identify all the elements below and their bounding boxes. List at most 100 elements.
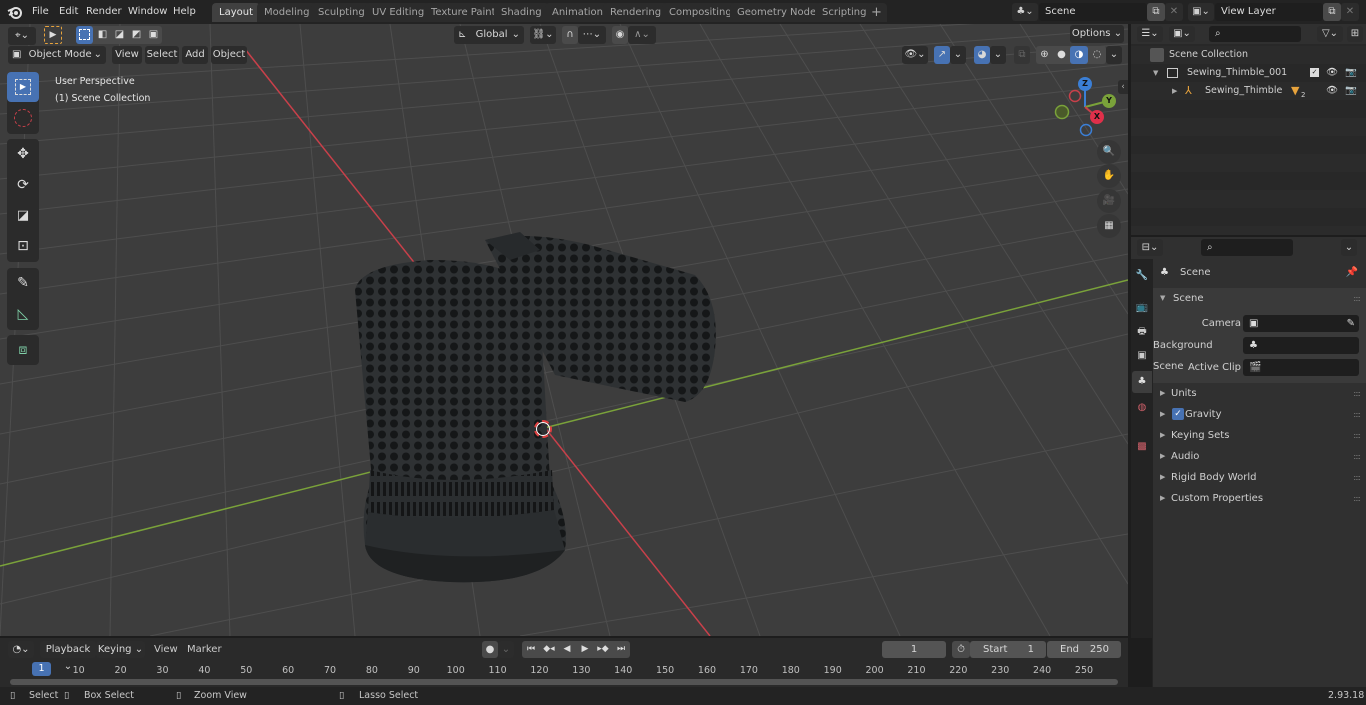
new-collection-button[interactable]: ⊞ [1347,26,1363,42]
panel-custom-properties[interactable]: ▶ Custom Properties :::: [1153,488,1366,509]
keying-dropdown[interactable]: Keying ⌄ [96,641,145,658]
select-new-mode-button[interactable] [76,26,93,44]
panel-units[interactable]: ▶ Units :::: [1153,383,1366,404]
start-frame-field[interactable]: Start 1 [970,641,1046,658]
auto-keying-dropdown[interactable]: ⌄ [498,641,514,658]
menu-add[interactable]: Add [182,46,208,64]
play-reverse-button[interactable]: ◀ [558,641,576,658]
menu-edit[interactable]: Edit [55,4,82,20]
exclude-checkbox[interactable]: ✓ [1310,68,1319,77]
perspective-toggle-button[interactable]: ▦ [1097,214,1121,238]
tab-geometry-nodes[interactable]: Geometry Nodes [730,3,829,22]
drag-handle-icon[interactable]: :::: [1353,467,1361,488]
new-view-layer-button[interactable]: ⧉ [1323,3,1341,21]
camera-render-icon[interactable]: 📷 [1345,82,1357,100]
transform-orientation-dropdown[interactable]: ⊾ Global ⌄ [454,26,524,44]
timeline-scrollbar[interactable] [10,679,1118,685]
3d-viewport[interactable]: ⌖⌄ ▶ ◧ ◪ ◩ ▣ ⊾ Global ⌄ ⛓⌄ ∩ ⋯⌄ ◉ ∧⌄ Opt… [0,24,1128,636]
delete-view-layer-button[interactable]: ✕ [1341,3,1359,21]
pan-view-button[interactable]: ✋ [1097,164,1121,188]
gravity-checkbox[interactable]: ✓ [1172,408,1184,420]
background-scene-field[interactable]: ♣ [1243,337,1359,354]
eyedropper-icon[interactable]: ✎ [1347,315,1355,332]
drag-handle-icon[interactable]: :::: [1353,383,1361,404]
tab-scripting[interactable]: Scripting [815,3,874,22]
playback-dropdown[interactable]: Playback ⌄ [40,641,96,672]
3d-cursor[interactable] [534,420,552,438]
next-keyframe-button[interactable]: ▸◆ [594,641,612,658]
menu-select[interactable]: Select [145,46,179,64]
proportional-falloff-dropdown[interactable]: ∧⌄ [628,26,656,44]
tab-shading[interactable]: Shading [494,3,549,22]
object-mode-dropdown[interactable]: ▣ Object Mode ⌄ [8,46,106,64]
expand-arrow-icon[interactable]: ▼ [1153,64,1158,82]
sewing-thimble-model[interactable] [340,220,730,590]
panel-scene-header[interactable]: ▼ Scene :::: [1153,288,1366,309]
tab-compositing[interactable]: Compositing [662,3,739,22]
tab-texture-paint[interactable]: Texture Paint [424,3,503,22]
properties-editor-type-button[interactable]: ⊟⌄ [1137,239,1163,256]
shading-material-button[interactable]: ◑ [1070,46,1088,64]
jump-to-end-button[interactable]: ⏭ [612,641,630,658]
editor-type-button[interactable]: ⌖⌄ [8,27,36,45]
overlays-dropdown[interactable]: ⌄ [990,46,1006,64]
visibility-dropdown[interactable]: 👁⌄ [902,46,928,64]
tool-scale[interactable]: ◪ [7,201,39,231]
snap-toggle[interactable]: ∩ [562,26,578,44]
outliner-root-scene-collection[interactable]: Scene Collection [1131,46,1366,64]
drag-handle-icon[interactable]: :::: [1353,288,1361,309]
tool-transform[interactable]: ⊡ [7,231,39,261]
end-frame-field[interactable]: End 250 [1047,641,1121,658]
options-dropdown[interactable]: Options ⌄ [1070,25,1124,43]
tool-move[interactable]: ✥ [7,139,39,169]
tool-rotate[interactable]: ⟳ [7,170,39,200]
add-workspace-button[interactable]: + [866,3,887,22]
tab-rendering[interactable]: Rendering [603,3,669,22]
drag-handle-icon[interactable]: :::: [1353,488,1361,509]
menu-window[interactable]: Window [124,4,171,20]
outliner-editor-type-button[interactable]: ☰⌄ [1137,26,1163,42]
tool-select-box[interactable]: ▶ [7,72,39,102]
tab-world[interactable]: ◍ [1132,397,1152,419]
properties-options-dropdown[interactable]: ⌄ [1341,239,1357,256]
menu-view[interactable]: View [112,46,142,64]
eye-icon[interactable]: 👁 [1326,82,1338,100]
prev-keyframe-button[interactable]: ◆◂ [540,641,558,658]
eye-icon[interactable]: 👁 [1326,64,1338,82]
jump-to-start-button[interactable]: ⏮ [522,641,540,658]
proportional-edit-toggle[interactable]: ◉ [612,26,628,44]
overlays-toggle[interactable]: ◕ [974,46,990,64]
delete-scene-button[interactable]: ✕ [1165,3,1183,21]
tab-output[interactable]: 🖶 [1132,321,1152,343]
snap-target-dropdown[interactable]: ⋯⌄ [578,26,606,44]
shading-solid-button[interactable]: ● [1053,46,1070,64]
tab-render[interactable]: 📺 [1132,297,1152,319]
active-clip-field[interactable]: 🎬 [1243,359,1359,376]
tab-sculpting[interactable]: Sculpting [311,3,372,22]
shading-rendered-button[interactable]: ◌ [1088,46,1106,64]
tab-scene[interactable]: ♣ [1132,371,1152,393]
playhead-marker[interactable]: 1 [32,662,51,676]
menu-file[interactable]: File [28,4,53,20]
view-layer-selector-button[interactable]: ▣⌄ [1188,3,1214,21]
gizmo-dropdown[interactable]: ⌄ [950,46,966,64]
tool-measure[interactable]: ◺ [7,299,39,329]
zoom-view-button[interactable]: 🔍 [1097,140,1121,164]
panel-rigid-body-world[interactable]: ▶ Rigid Body World :::: [1153,467,1366,488]
scene-selector-button[interactable]: ♣⌄ [1012,3,1038,21]
menu-object[interactable]: Object [211,46,247,64]
select-intersect-mode-button[interactable]: ▣ [145,26,162,44]
mesh-data-icon[interactable]: ▼ [1291,82,1299,100]
pin-icon[interactable]: 📌 [1346,262,1358,284]
menu-render[interactable]: Render [82,4,126,20]
select-invert-mode-button[interactable]: ◩ [128,26,145,44]
gizmo-x-axis[interactable]: X [1090,110,1104,124]
blender-logo-icon[interactable] [6,4,24,20]
tab-uv-editing[interactable]: UV Editing [365,3,432,22]
timeline-editor-type-button[interactable]: ◔⌄ [8,641,34,658]
expand-arrow-icon[interactable]: ▶ [1172,82,1177,100]
gizmo-toggle[interactable]: ↗ [934,46,950,64]
select-subtract-mode-button[interactable]: ◪ [111,26,128,44]
current-frame-field[interactable]: 1 [882,641,946,658]
filter-dropdown[interactable]: ▽⌄ [1317,26,1343,42]
